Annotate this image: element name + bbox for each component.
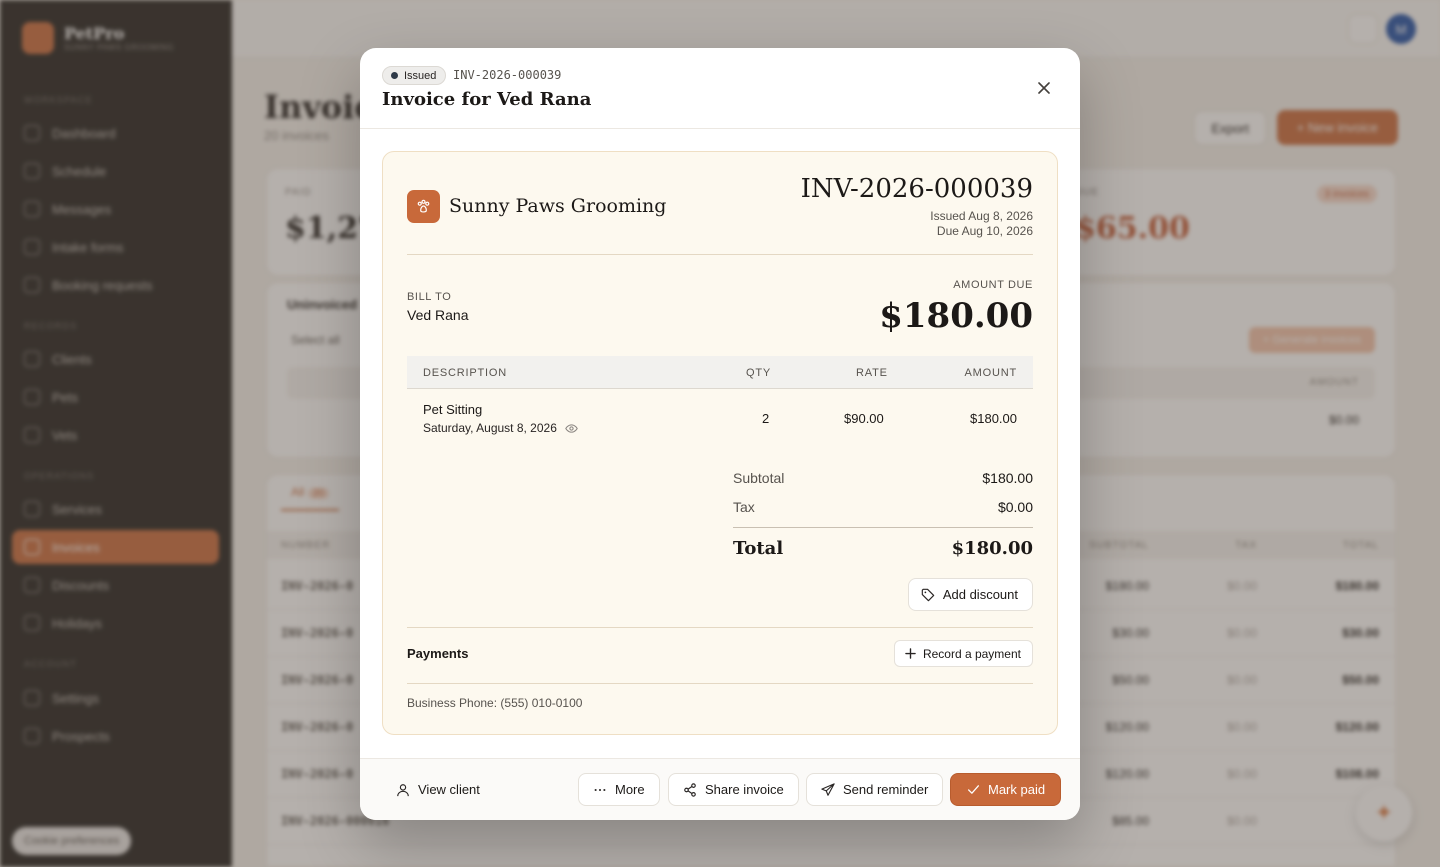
line-item-row: Pet Sitting Saturday, August 8, 2026 2 $… xyxy=(407,389,1033,447)
column-rate: RATE xyxy=(856,367,888,379)
divider xyxy=(733,527,1033,528)
status-badge: Issued xyxy=(382,66,447,85)
plus-icon xyxy=(905,648,916,659)
tax-value: $0.00 xyxy=(997,499,1033,515)
due-date: Due Aug 10, 2026 xyxy=(936,224,1033,238)
add-discount-label: Add discount xyxy=(942,587,1018,602)
user-icon xyxy=(397,783,409,796)
bill-to-label: BILL TO xyxy=(407,291,452,303)
record-payment-label: Record a payment xyxy=(922,646,1021,661)
invoice-modal: Issued INV-2026-000039 Invoice for Ved R… xyxy=(360,48,1080,820)
mark-paid-button[interactable]: Mark paid xyxy=(950,773,1062,806)
column-qty: QTY xyxy=(746,367,772,379)
modal-header: Issued INV-2026-000039 Invoice for Ved R… xyxy=(360,48,1080,129)
send-reminder-button[interactable]: Send reminder xyxy=(806,773,944,806)
divider xyxy=(407,683,1033,684)
line-items-header: DESCRIPTION QTY RATE AMOUNT xyxy=(407,356,1033,389)
line-item-rate: $90.00 xyxy=(844,411,884,426)
close-button[interactable] xyxy=(1032,76,1056,100)
share-icon xyxy=(684,782,696,797)
line-item-amount: $180.00 xyxy=(970,411,1017,426)
more-dots-icon xyxy=(594,788,606,791)
business-name: Sunny Paws Grooming xyxy=(449,195,667,217)
paw-icon xyxy=(417,199,430,213)
record-payment-button[interactable]: Record a payment xyxy=(893,640,1033,667)
send-icon xyxy=(821,782,835,796)
eye-icon[interactable] xyxy=(565,422,578,435)
status-dot-icon xyxy=(391,72,398,79)
invoice-document: Sunny Paws Grooming INV-2026-000039 Issu… xyxy=(382,151,1058,735)
tax-label: Tax xyxy=(733,499,755,515)
add-discount-button[interactable]: Add discount xyxy=(907,578,1033,611)
bill-to-name: Ved Rana xyxy=(407,307,469,323)
tag-icon xyxy=(921,588,935,601)
business-phone: Business Phone: (555) 010-0100 xyxy=(407,696,583,710)
status-label: Issued xyxy=(404,69,437,82)
close-icon xyxy=(1038,82,1050,94)
divider xyxy=(407,254,1033,255)
subtotal-label: Subtotal xyxy=(733,470,785,486)
invoice-number: INV-2026-000039 xyxy=(800,174,1033,204)
column-amount: AMOUNT xyxy=(964,367,1017,379)
check-icon xyxy=(967,785,980,794)
amount-due-label: AMOUNT DUE xyxy=(953,279,1033,291)
payments-label: Payments xyxy=(407,646,469,661)
business-logo xyxy=(407,190,440,223)
view-client-button[interactable]: View client xyxy=(390,773,494,806)
subtotal-value: $180.00 xyxy=(982,470,1033,486)
modal-title: Invoice for Ved Rana xyxy=(382,89,592,110)
amount-due: $180.00 xyxy=(879,296,1033,336)
total-value: $180.00 xyxy=(951,538,1033,559)
modal-footer: View client More Share invoice Send remi… xyxy=(360,758,1080,820)
issued-date: Issued Aug 8, 2026 xyxy=(930,209,1033,223)
column-description: DESCRIPTION xyxy=(423,367,507,379)
divider xyxy=(407,627,1033,628)
line-item-description: Pet Sitting xyxy=(423,402,483,417)
share-invoice-button[interactable]: Share invoice xyxy=(668,773,799,806)
line-item-qty: 2 xyxy=(762,411,770,426)
invoice-number-header: INV-2026-000039 xyxy=(453,68,562,82)
more-button[interactable]: More xyxy=(578,773,660,806)
total-label: Total xyxy=(733,538,784,559)
line-item-date: Saturday, August 8, 2026 xyxy=(423,421,578,435)
